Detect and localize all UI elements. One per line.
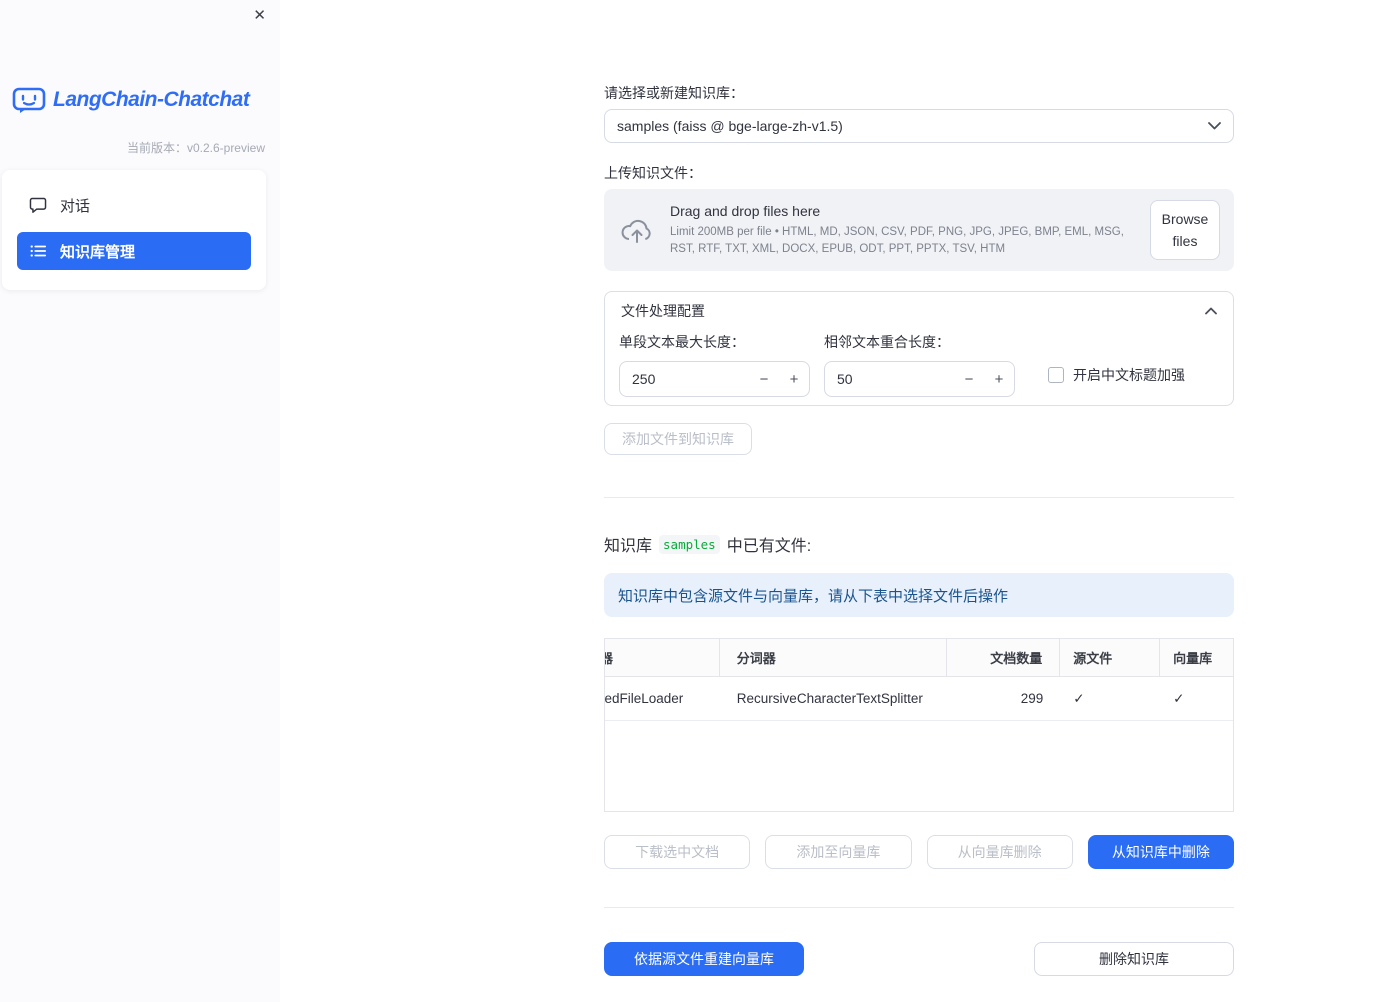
column-header-source-file: 源文件 (1060, 639, 1161, 676)
logo-chat-icon (12, 86, 46, 114)
sidebar-menu: 对话 知识库管理 (2, 170, 266, 290)
version-label: 当前版本：v0.2.6-preview (126, 141, 265, 155)
dropzone-limits: Limit 200MB per file • HTML, MD, JSON, C… (670, 225, 1124, 255)
chat-bubble-icon (29, 196, 47, 214)
zh-title-checkbox-group: 开启中文标题加强 (1048, 365, 1185, 385)
chevron-up-icon (1205, 307, 1217, 315)
sidebar-item-dialogue[interactable]: 对话 (17, 186, 251, 224)
divider (604, 497, 1234, 498)
cell-vector-store-check: ✓ (1173, 690, 1185, 706)
kb-actions-row: 依据源文件重建向量库 删除知识库 (604, 942, 1234, 976)
add-to-vector-store-button[interactable]: 添加至向量库 (765, 835, 912, 869)
cloud-upload-icon (620, 217, 654, 244)
browse-files-button[interactable]: Browse files (1150, 199, 1220, 261)
download-selected-button[interactable]: 下载选中文档 (604, 835, 751, 869)
dropzone-title: Drag and drop files here (670, 202, 821, 219)
logo: LangChain-Chatchat (12, 86, 250, 114)
table-header: 器 分词器 文档数量 源文件 向量库 (605, 639, 1233, 677)
delete-kb-button[interactable]: 删除知识库 (1034, 942, 1234, 976)
column-header-doc-count: 文档数量 (947, 639, 1061, 676)
kb-selectbox-value: samples (faiss @ bge-large-zh-v1.5) (617, 118, 843, 134)
chunk-size-field[interactable] (620, 371, 749, 387)
info-banner-text: 知识库中包含源文件与向量库，请从下表中选择文件后操作 (618, 587, 1009, 605)
chunk-size-label: 单段文本最大长度： (619, 334, 745, 350)
zh-title-checkbox-label: 开启中文标题加强 (1073, 367, 1185, 383)
info-banner: 知识库中包含源文件与向量库，请从下表中选择文件后操作 (604, 573, 1234, 617)
column-header-loader: 器 (605, 639, 720, 676)
sidebar-close-icon[interactable]: ✕ (253, 8, 266, 23)
delete-from-kb-button[interactable]: 从知识库中删除 (1087, 835, 1234, 869)
app-title: LangChain-Chatchat (53, 88, 250, 111)
kb-name-code: samples (659, 534, 720, 554)
upload-label: 上传知识文件： (604, 165, 702, 181)
overlap-group: 相邻文本重合长度： − + (824, 332, 1015, 397)
expander-body: 单段文本最大长度： − + 相邻文本重合长度： − + (605, 330, 1233, 397)
kb-files-heading: 知识库 samples 中已有文件: (604, 532, 1234, 556)
cell-loader: redFileLoader (605, 691, 684, 706)
chevron-down-icon (1208, 122, 1221, 130)
divider (604, 907, 1234, 908)
sidebar-item-knowledge-base[interactable]: 知识库管理 (17, 232, 251, 270)
kb-files-table: 器 分词器 文档数量 源文件 向量库 redFileLoader Recursi… (604, 638, 1234, 812)
main-content: 请选择或新建知识库： samples (faiss @ bge-large-zh… (604, 83, 1234, 976)
kb-files-prefix: 知识库 (604, 538, 653, 555)
cell-splitter: RecursiveCharacterTextSplitter (736, 691, 923, 706)
file-dropzone[interactable]: Drag and drop files here Limit 200MB per… (604, 189, 1234, 271)
table-row[interactable]: redFileLoader RecursiveCharacterTextSpli… (605, 677, 1233, 721)
column-header-vector-store: 向量库 (1173, 651, 1213, 666)
zh-title-checkbox[interactable] (1048, 367, 1064, 383)
cell-source-file-check: ✓ (1073, 690, 1085, 706)
kb-selectbox[interactable]: samples (faiss @ bge-large-zh-v1.5) (604, 109, 1234, 143)
list-icon (29, 242, 47, 260)
rebuild-vector-store-button[interactable]: 依据源文件重建向量库 (604, 942, 804, 976)
kb-select-label: 请选择或新建知识库： (604, 85, 744, 101)
overlap-increment-button[interactable]: + (984, 371, 1014, 388)
sidebar-item-label: 知识库管理 (60, 243, 136, 261)
chunk-size-input: − + (619, 361, 810, 397)
expander-title: 文件处理配置 (621, 303, 705, 319)
chunk-size-decrement-button[interactable]: − (749, 371, 779, 388)
overlap-label: 相邻文本重合长度： (824, 334, 950, 350)
delete-from-vector-store-button[interactable]: 从向量库删除 (926, 835, 1073, 869)
chunk-size-group: 单段文本最大长度： − + (619, 332, 810, 397)
sidebar-item-label: 对话 (60, 197, 91, 215)
chunk-size-increment-button[interactable]: + (779, 371, 809, 388)
file-config-expander: 文件处理配置 单段文本最大长度： − + 相邻文本重合长度： (604, 291, 1234, 406)
add-files-to-kb-button[interactable]: 添加文件到知识库 (604, 423, 752, 455)
kb-files-suffix: 中已有文件: (726, 538, 812, 555)
page: ✕ LangChain-Chatchat 当前版本：v0.2.6-preview (0, 0, 1380, 1002)
expander-header[interactable]: 文件处理配置 (605, 292, 1233, 330)
overlap-field[interactable] (825, 371, 954, 387)
overlap-input: − + (824, 361, 1015, 397)
overlap-decrement-button[interactable]: − (954, 371, 984, 388)
dropzone-texts: Drag and drop files here Limit 200MB per… (670, 203, 1150, 257)
column-header-splitter: 分词器 (720, 639, 948, 676)
cell-doc-count: 299 (1020, 691, 1044, 706)
sidebar: ✕ LangChain-Chatchat 当前版本：v0.2.6-preview (0, 0, 280, 1002)
file-actions-row: 下载选中文档 添加至向量库 从向量库删除 从知识库中删除 (604, 835, 1234, 869)
